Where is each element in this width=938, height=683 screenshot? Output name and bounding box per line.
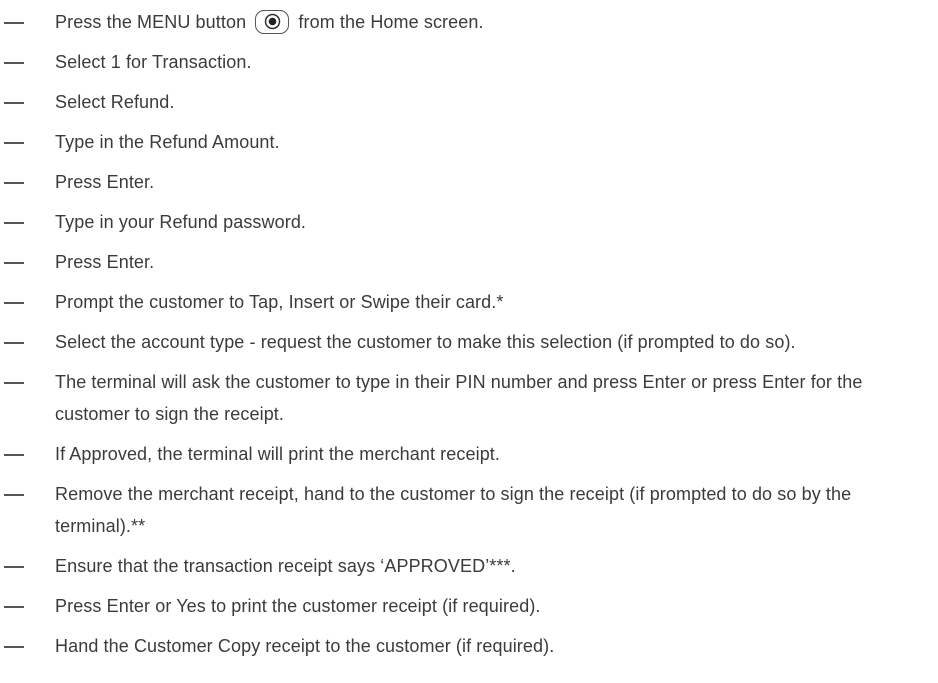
- step-text: Press Enter.: [55, 252, 155, 272]
- dash-bullet: [4, 182, 24, 184]
- dash-bullet: [4, 62, 24, 64]
- step-item: Press Enter or Yes to print the customer…: [0, 590, 930, 622]
- dash-bullet: [4, 646, 24, 648]
- step-text: Prompt the customer to Tap, Insert or Sw…: [55, 292, 504, 312]
- step-item: Prompt the customer to Tap, Insert or Sw…: [0, 286, 930, 318]
- step-item: Select the account type - request the cu…: [0, 326, 930, 358]
- step-item: Hand the Customer Copy receipt to the cu…: [0, 630, 930, 662]
- step-item: Select Refund.: [0, 86, 930, 118]
- step-text: Hand the Customer Copy receipt to the cu…: [55, 636, 555, 656]
- step-item: Select 1 for Transaction.: [0, 46, 930, 78]
- menu-button-icon: [255, 10, 290, 34]
- step-item: Type in the Refund Amount.: [0, 126, 930, 158]
- step-text: Ensure that the transaction receipt says…: [55, 556, 516, 576]
- dash-bullet: [4, 302, 24, 304]
- step-text: Type in your Refund password.: [55, 212, 307, 232]
- step-item: Remove the merchant receipt, hand to the…: [0, 478, 930, 542]
- dash-bullet: [4, 22, 24, 24]
- step-item: The terminal will ask the customer to ty…: [0, 366, 930, 430]
- dash-bullet: [4, 454, 24, 456]
- step-text: Select 1 for Transaction.: [55, 52, 252, 72]
- step-item: Type in your Refund password.: [0, 206, 930, 238]
- step-text: Select the account type - request the cu…: [55, 332, 796, 352]
- step-text: If Approved, the terminal will print the…: [55, 444, 501, 464]
- step-item: Ensure that the transaction receipt says…: [0, 550, 930, 582]
- step-text-before-icon: Press the MENU button: [55, 12, 247, 32]
- step-item: If Approved, the terminal will print the…: [0, 438, 930, 470]
- step-item: Press Enter.: [0, 166, 930, 198]
- step-text: Type in the Refund Amount.: [55, 132, 280, 152]
- dash-bullet: [4, 494, 24, 496]
- step-text: Press Enter.: [55, 172, 155, 192]
- step-item: Press the MENU button from the Home scre…: [0, 6, 930, 38]
- refund-steps-list: Press the MENU button from the Home scre…: [0, 6, 930, 670]
- dash-bullet: [4, 222, 24, 224]
- dash-bullet: [4, 382, 24, 384]
- step-item: Press Enter.: [0, 246, 930, 278]
- step-text: Select Refund.: [55, 92, 175, 112]
- step-text: Remove the merchant receipt, hand to the…: [55, 484, 852, 536]
- dash-bullet: [4, 566, 24, 568]
- dash-bullet: [4, 142, 24, 144]
- dash-bullet: [4, 342, 24, 344]
- step-text: Press Enter or Yes to print the customer…: [55, 596, 541, 616]
- dash-bullet: [4, 262, 24, 264]
- dash-bullet: [4, 102, 24, 104]
- step-text-after-icon: from the Home screen.: [298, 12, 484, 32]
- dash-bullet: [4, 606, 24, 608]
- step-text: The terminal will ask the customer to ty…: [55, 372, 863, 424]
